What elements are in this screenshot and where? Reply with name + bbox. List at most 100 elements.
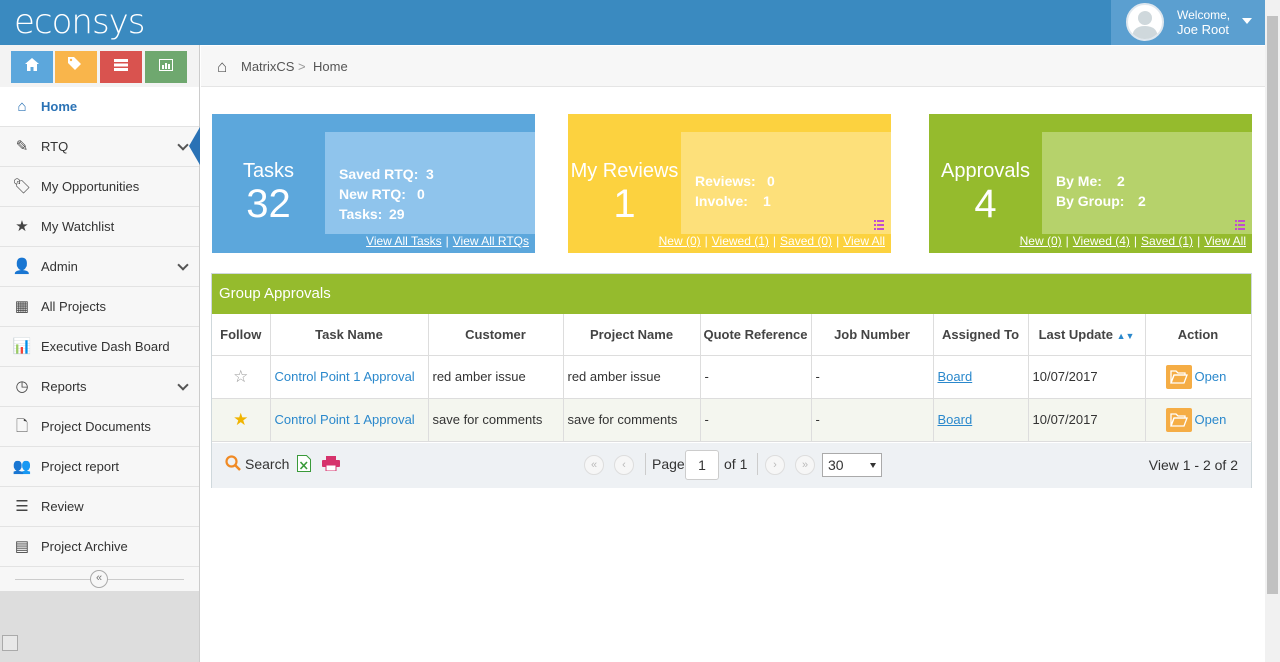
card-title: Approvals [941, 160, 1030, 182]
scrollbar-thumb[interactable] [1267, 16, 1278, 594]
task-cell: Control Point 1 Approval [270, 398, 429, 442]
open-link[interactable]: Open [1195, 369, 1227, 384]
assigned-cell: Board [933, 398, 1029, 442]
folder-open-icon[interactable] [1165, 364, 1192, 389]
open-link[interactable]: Open [1195, 412, 1227, 427]
search-button[interactable]: Search [245, 456, 289, 472]
stat-value: 2 [1138, 193, 1146, 209]
next-page-button[interactable]: › [765, 455, 785, 475]
updated-cell: 10/07/2017 [1028, 355, 1146, 399]
viewed-link[interactable]: Viewed (4) [1073, 234, 1130, 248]
column-header[interactable]: Customer [428, 314, 564, 356]
new-link[interactable]: New (0) [1020, 234, 1062, 248]
saved-link[interactable]: Saved (1) [1141, 234, 1193, 248]
viewed-link[interactable]: Viewed (1) [712, 234, 769, 248]
sidebar-item-project-documents[interactable]: 🗋 Project Documents [0, 407, 199, 447]
sidebar-item-rtq[interactable]: ✎ RTQ [0, 127, 199, 167]
sidebar-item-review[interactable]: ☰ Review [0, 487, 199, 527]
job-cell: - [811, 355, 934, 399]
folder-open-icon[interactable] [1165, 407, 1192, 432]
sidebar-collapse: « [0, 567, 199, 591]
prev-page-button[interactable]: ‹ [614, 455, 634, 475]
sidebar-item-project-report[interactable]: 👥 Project report [0, 447, 199, 487]
page-input[interactable]: 1 [685, 450, 719, 480]
view-all-link[interactable]: View All [1204, 234, 1246, 248]
document-icon: 🗋 [15, 418, 29, 435]
follow-star-icon[interactable]: ★ [212, 398, 271, 442]
stat-label: Tasks: [339, 206, 383, 222]
column-header[interactable]: Job Number [811, 314, 934, 356]
sidebar-item-label: Home [41, 99, 78, 114]
group-approvals-panel: Group Approvals Follow Task Name Custome… [211, 273, 1252, 488]
sidebar-item-label: Project report [41, 459, 120, 474]
assigned-link[interactable]: Board [938, 412, 973, 427]
image-icon [159, 59, 173, 71]
task-link[interactable]: Control Point 1 Approval [275, 369, 415, 384]
excel-icon[interactable] [297, 455, 311, 472]
link-separator: | [704, 234, 708, 248]
rows-per-page-value: 30 [828, 457, 844, 473]
column-header[interactable]: Follow [212, 314, 271, 356]
column-header[interactable]: Project Name [563, 314, 701, 356]
column-header[interactable]: Task Name [270, 314, 429, 356]
breadcrumb-root[interactable]: MatrixCS [241, 46, 294, 87]
sidebar-item-label: Project Documents [41, 419, 151, 434]
task-link[interactable]: Control Point 1 Approval [275, 412, 415, 427]
table-quick-button[interactable] [100, 51, 142, 83]
approvals-table: Follow Task Name Customer Project Name Q… [212, 314, 1252, 442]
sidebar-item-home[interactable]: ⌂ Home [0, 87, 199, 127]
list-icon[interactable] [1235, 220, 1245, 230]
follow-star-icon[interactable]: ☆ [212, 355, 271, 399]
sidebar-item-project-archive[interactable]: ▤ Project Archive [0, 527, 199, 567]
link-separator: | [772, 234, 777, 248]
archive-icon: ▤ [14, 538, 30, 555]
image-quick-button[interactable] [145, 51, 187, 83]
sidebar-menu: ⌂ Home ✎ RTQ 🏷 My Opportunities ★ My Watchli… [0, 87, 200, 567]
sidebar-item-admin[interactable]: 👤 Admin [0, 247, 199, 287]
stat-value: 3 [426, 166, 434, 182]
clock-icon: ◷ [15, 378, 29, 395]
card-detail: By Me: 2 By Group: 2 [1042, 132, 1252, 234]
quick-buttons [0, 45, 199, 87]
new-link[interactable]: New (0) [659, 234, 701, 248]
sidebar-item-all-projects[interactable]: ▦ All Projects [0, 287, 199, 327]
user-menu[interactable]: Welcome, Joe Root [1111, 0, 1265, 45]
divider [645, 453, 646, 475]
sidebar-item-my-opportunities[interactable]: 🏷 My Opportunities [0, 167, 199, 207]
saved-link[interactable]: Saved (0) [780, 234, 832, 248]
tags-quick-button[interactable] [55, 51, 97, 83]
home-icon[interactable]: ⌂ [217, 46, 227, 87]
sidebar-item-label: All Projects [41, 299, 107, 314]
home-quick-button[interactable] [11, 51, 53, 83]
stat-value: 1 [763, 193, 771, 209]
column-header-last-update[interactable]: Last Update ▲▼ [1028, 314, 1146, 356]
stat-label: New RTQ: [339, 186, 406, 202]
stat-label: Reviews: [695, 173, 756, 189]
card-title: Tasks [242, 160, 295, 182]
rows-per-page-select[interactable]: 30 [822, 453, 882, 477]
quote-cell: - [700, 355, 812, 399]
first-page-button[interactable]: « [584, 455, 604, 475]
card-title: My Reviews [570, 160, 679, 182]
home-icon: ⌂ [17, 98, 27, 115]
quote-cell: - [700, 398, 812, 442]
view-all-tasks-link[interactable]: View All Tasks [366, 234, 442, 248]
card-detail: Reviews: 0 Involve: 1 [681, 132, 891, 234]
last-page-button[interactable]: » [795, 455, 815, 475]
sidebar-item-reports[interactable]: ◷ Reports [0, 367, 199, 407]
table-row: ★ Control Point 1 Approval save for comm… [212, 398, 1252, 442]
view-all-rtqs-link[interactable]: View All RTQs [453, 234, 529, 248]
print-icon[interactable] [322, 456, 340, 472]
collapse-sidebar-button[interactable]: « [90, 570, 108, 588]
assigned-cell: Board [933, 355, 1029, 399]
list-icon[interactable] [874, 220, 884, 230]
column-header[interactable]: Quote Reference [700, 314, 812, 356]
search-icon[interactable] [225, 455, 241, 471]
view-all-link[interactable]: View All [843, 234, 885, 248]
sidebar-item-executive-dash-board[interactable]: 📊 Executive Dash Board [0, 327, 199, 367]
link-separator: | [445, 234, 449, 248]
caret-down-icon[interactable] [1242, 18, 1252, 24]
assigned-link[interactable]: Board [938, 369, 973, 384]
column-header[interactable]: Assigned To [933, 314, 1029, 356]
sidebar-item-my-watchlist[interactable]: ★ My Watchlist [0, 207, 199, 247]
